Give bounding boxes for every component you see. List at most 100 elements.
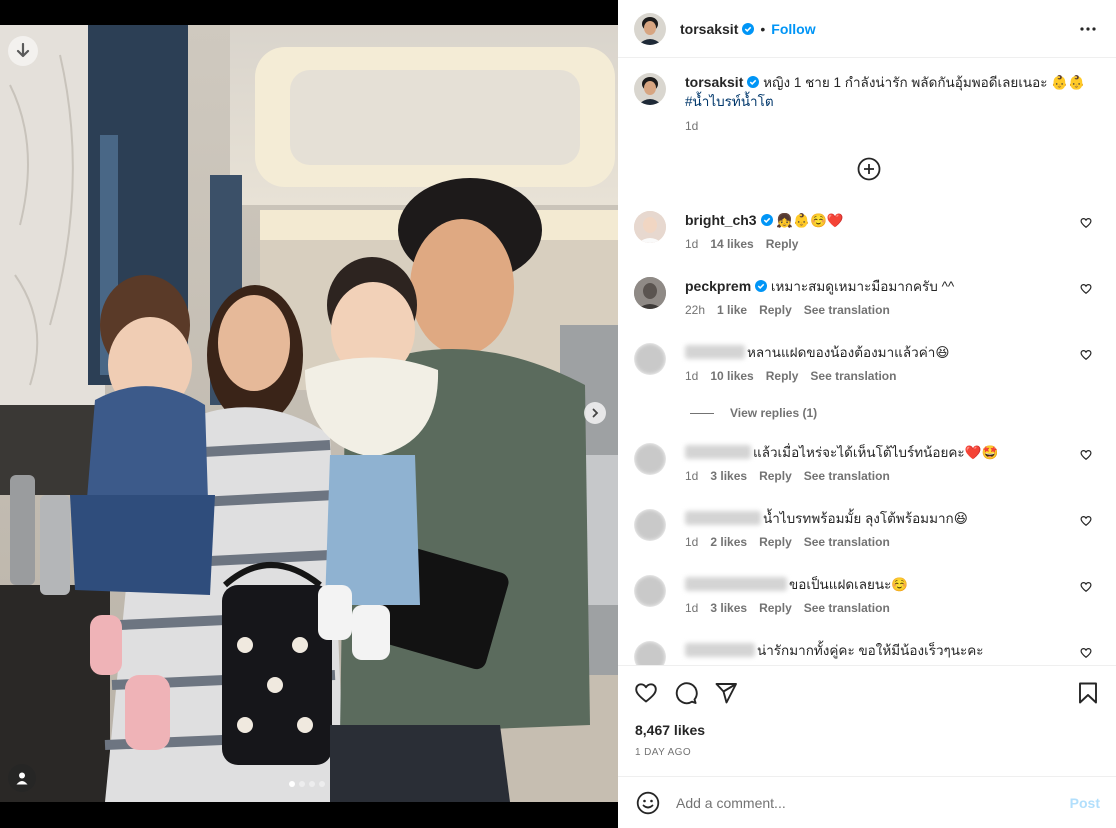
see-translation-button[interactable]: See translation — [804, 533, 890, 552]
blurred-avatar — [634, 443, 666, 475]
comment-text: หลานแฝดของน้องต้องมาแล้วค่า😆 — [747, 345, 950, 360]
blurred-username — [685, 577, 787, 591]
slide-dot — [299, 781, 305, 787]
reply-button[interactable]: Reply — [759, 301, 792, 320]
reply-button[interactable]: Reply — [759, 599, 792, 618]
author-username[interactable]: torsaksit — [680, 21, 738, 37]
post-header: torsaksit • Follow — [618, 0, 1116, 58]
like-heart-icon[interactable] — [634, 681, 658, 705]
comment-text: แล้วเมื่อไหร่จะได้เห็นโต้ไบร์ทน้อยคะ❤️🤩 — [753, 445, 999, 460]
caption-username[interactable]: torsaksit — [685, 74, 743, 90]
comment-body: น้ำไบรทพร้อมมั้ย ลุงโต้พร้อมมาก😆 1d 2 li… — [685, 509, 1092, 552]
comment-composer: Post — [618, 776, 1116, 828]
post-photo[interactable] — [0, 25, 618, 802]
view-replies-button[interactable]: View replies (1) — [690, 406, 817, 420]
follow-button[interactable]: Follow — [771, 21, 815, 37]
comment-bubble-icon[interactable] — [674, 681, 698, 705]
post-comment-button[interactable]: Post — [1070, 795, 1100, 811]
comments-list[interactable]: torsaksit หญิง 1 ชาย 1 กำลังน่ารัก พลัดก… — [618, 59, 1116, 665]
see-translation-button[interactable]: See translation — [804, 599, 890, 618]
separator-dot: • — [760, 20, 766, 37]
comment-likes[interactable]: 3 likes — [710, 467, 747, 486]
load-more-comments-icon[interactable] — [857, 157, 881, 181]
caption-text: หญิง 1 ชาย 1 กำลังน่ารัก พลัดกันอุ้มพอดี… — [763, 75, 1085, 90]
comment-like-heart-icon[interactable] — [1080, 647, 1092, 659]
comment-text: น้ำไบรทพร้อมมั้ย ลุงโต้พร้อมมาก😆 — [763, 511, 968, 526]
save-bookmark-icon[interactable] — [1076, 681, 1100, 705]
commenter-avatar[interactable] — [634, 641, 666, 665]
comment-like-heart-icon[interactable] — [1080, 217, 1092, 229]
comment-time: 22h — [685, 303, 706, 317]
comment-meta: 1d 3 likes Reply See translation — [685, 599, 1080, 618]
likes-count[interactable]: 8,467 likes — [635, 722, 705, 738]
comment-like-heart-icon[interactable] — [1080, 515, 1092, 527]
commenter-avatar[interactable] — [634, 509, 666, 541]
commenter-avatar[interactable] — [634, 211, 666, 243]
commenter-avatar[interactable] — [634, 277, 666, 309]
reply-button[interactable]: Reply — [766, 367, 799, 386]
blurred-username — [685, 643, 755, 657]
comment-text: น่ารักมากทั้งคู่คะ ขอให้มีน้องเร็วๆนะคะ — [757, 643, 984, 658]
comment-body: แล้วเมื่อไหร่จะได้เห็นโต้ไบร์ทน้อยคะ❤️🤩 … — [685, 443, 1092, 486]
see-translation-button[interactable]: See translation — [804, 467, 890, 486]
comment-text: เหมาะสมดูเหมาะมือมากครับ ^^ — [770, 279, 955, 294]
post-side-panel: torsaksit • Follow torsaksit หญิง 1 ชาย … — [618, 0, 1116, 828]
commenter-username[interactable]: bright_ch3 — [685, 212, 757, 228]
comment-meta: 1d 10 likes Reply See translation — [685, 367, 1080, 386]
commenter-avatar[interactable] — [634, 575, 666, 607]
caption-time: 1d — [685, 119, 699, 133]
download-icon[interactable] — [8, 36, 38, 66]
chevron-right-icon — [592, 408, 599, 418]
comment-time: 1d — [685, 237, 699, 251]
caption-author-avatar[interactable] — [634, 73, 666, 105]
blurred-avatar — [634, 575, 666, 607]
comment-likes[interactable]: 2 likes — [710, 533, 747, 552]
comment-likes[interactable]: 3 likes — [710, 599, 747, 618]
slide-dot — [289, 781, 295, 787]
see-translation-button[interactable]: See translation — [810, 367, 896, 386]
comment-text: ขอเป็นแฝดเลยนะ☺️ — [789, 577, 909, 592]
comment-input[interactable] — [676, 794, 1036, 811]
tagged-users-icon[interactable] — [8, 764, 36, 792]
comment-likes[interactable]: 10 likes — [710, 367, 753, 386]
reply-button[interactable]: Reply — [759, 533, 792, 552]
slide-dot — [309, 781, 315, 787]
slide-indicator — [289, 781, 325, 787]
commenter-username[interactable]: peckprem — [685, 278, 751, 294]
caption-hashtag[interactable]: #น้ำไบรท์น้ำโต — [685, 94, 774, 109]
comment-body: ขอเป็นแฝดเลยนะ☺️ 1d 3 likes Reply See tr… — [685, 575, 1092, 618]
verified-badge-icon — [760, 214, 773, 226]
blurred-username — [685, 511, 761, 525]
comment-time: 1d — [685, 369, 699, 383]
see-translation-button[interactable]: See translation — [804, 301, 890, 320]
commenter-avatar[interactable] — [634, 443, 666, 475]
comment-body: bright_ch3 👧👶☺️❤️ 1d 14 likes Reply — [685, 211, 1092, 254]
blurred-avatar — [634, 509, 666, 541]
more-options-icon[interactable] — [1076, 17, 1100, 41]
comment-body: น่ารักมากทั้งคู่คะ ขอให้มีน้องเร็วๆนะคะ — [685, 641, 1092, 660]
comment-meta: 22h 1 like Reply See translation — [685, 301, 1080, 320]
blurred-avatar — [634, 343, 666, 375]
comment-like-heart-icon[interactable] — [1080, 349, 1092, 361]
comment-likes[interactable]: 1 like — [717, 301, 747, 320]
comment-meta: 1d 3 likes Reply See translation — [685, 467, 1080, 486]
slide-dot — [319, 781, 325, 787]
verified-badge-icon — [747, 76, 760, 88]
share-paper-plane-icon[interactable] — [714, 681, 738, 705]
post-media-panel — [0, 0, 618, 828]
reply-button[interactable]: Reply — [759, 467, 792, 486]
comment-like-heart-icon[interactable] — [1080, 283, 1092, 295]
view-replies-label: View replies (1) — [730, 406, 818, 420]
next-slide-button[interactable] — [584, 402, 606, 424]
comment-meta: 1d 2 likes Reply See translation — [685, 533, 1080, 552]
reply-button[interactable]: Reply — [766, 235, 799, 254]
emoji-smiley-icon[interactable] — [636, 791, 660, 815]
comment-like-heart-icon[interactable] — [1080, 449, 1092, 461]
verified-badge-icon — [755, 280, 768, 292]
comment-like-heart-icon[interactable] — [1080, 581, 1092, 593]
commenter-avatar[interactable] — [634, 343, 666, 375]
blurred-avatar — [634, 641, 666, 665]
comment-likes[interactable]: 14 likes — [710, 235, 753, 254]
comment-meta: 1d 14 likes Reply — [685, 235, 1080, 254]
author-avatar[interactable] — [634, 12, 666, 45]
